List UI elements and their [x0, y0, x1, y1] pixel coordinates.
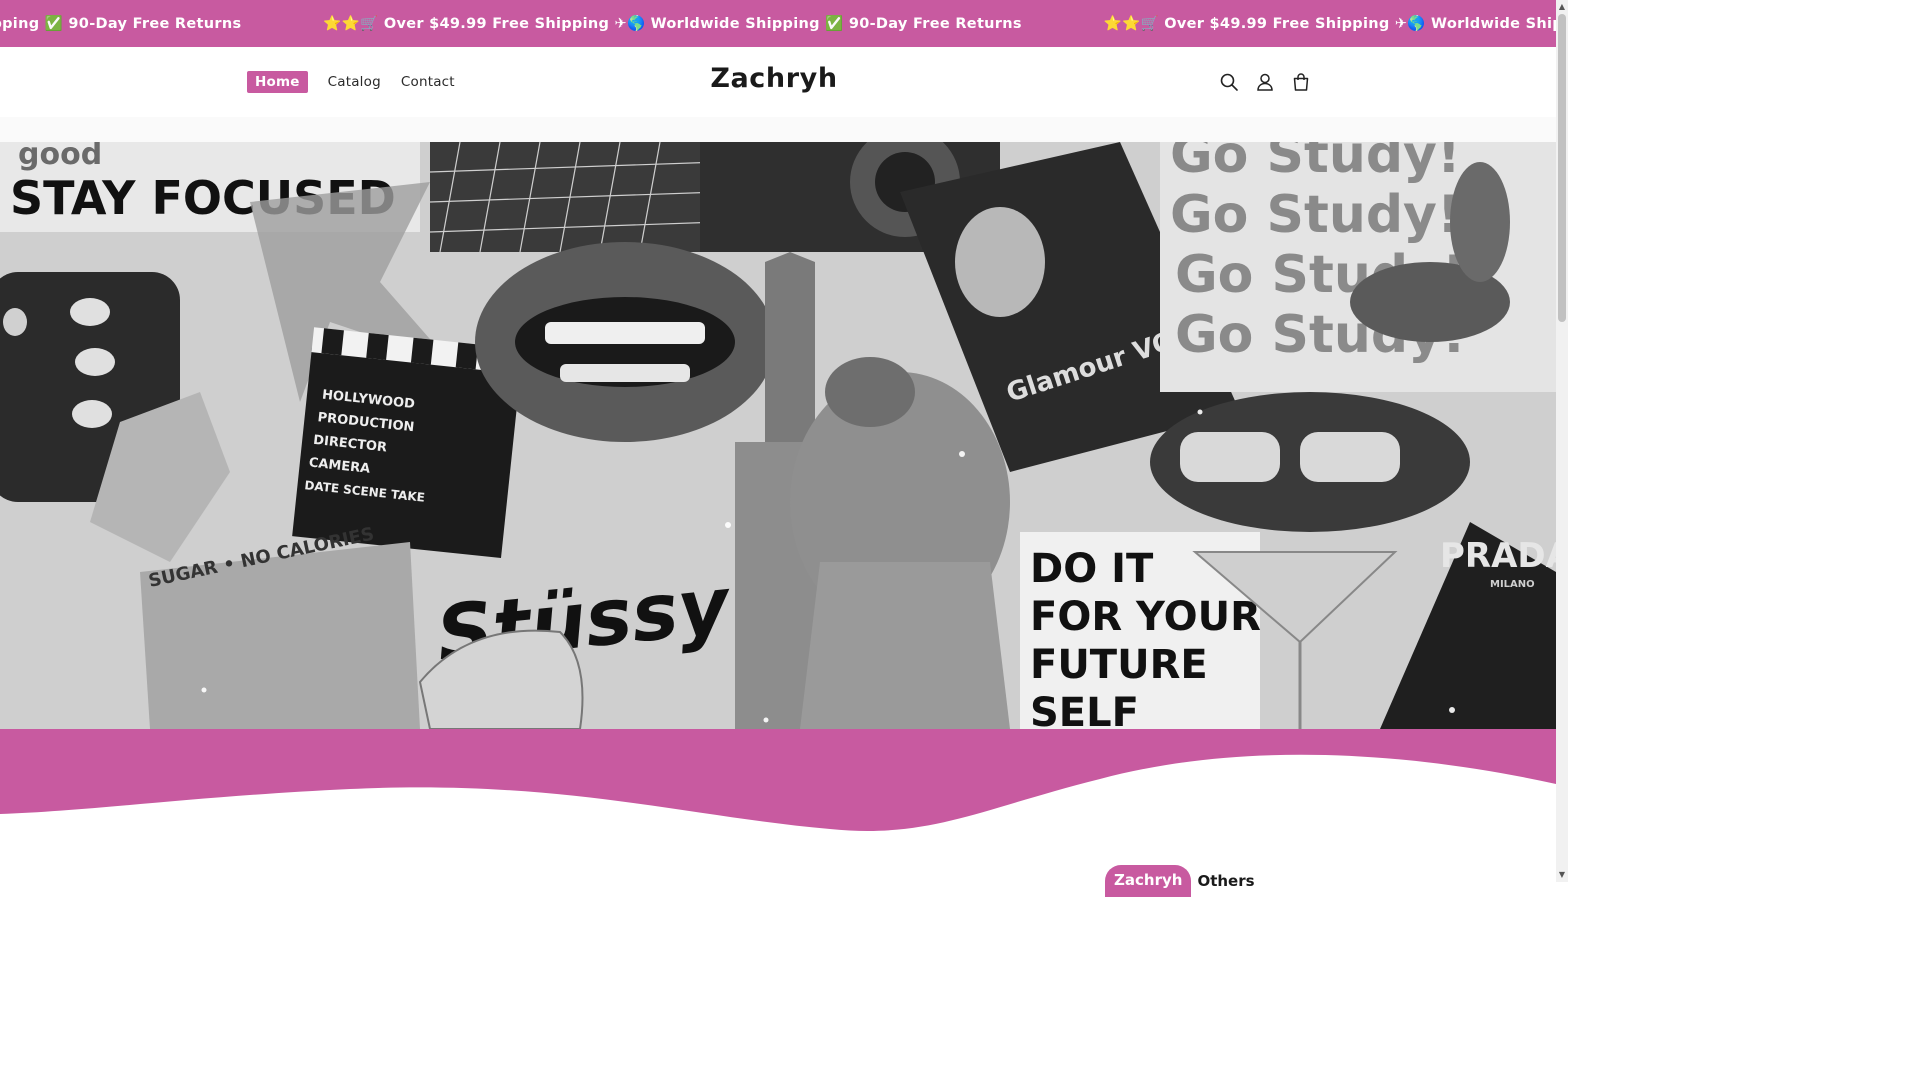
announcement-item: ⭐⭐🛒 Over $49.99 Free Shipping ✈🌎 Worldwi… [1103, 16, 1568, 32]
scroll-up-icon[interactable]: ▲ [1558, 2, 1566, 12]
future-self-text: FUTURE [1030, 642, 1208, 688]
future-self-text: DO IT [1030, 546, 1154, 592]
wave-divider [0, 729, 1556, 831]
tab-others[interactable]: Others [1191, 866, 1260, 896]
go-study-text: Go Study! [1170, 185, 1461, 245]
future-self-text: FOR YOUR [1030, 594, 1261, 640]
announcement-track: ⭐⭐🛒 Over $49.99 Free Shipping ✈🌎 Worldwi… [0, 0, 1568, 47]
prada-badge-sub: MILANO [1490, 579, 1535, 590]
account-icon[interactable] [1252, 69, 1278, 95]
prada-badge-text: PRADA [1440, 536, 1556, 576]
header-icons [1216, 69, 1324, 95]
announcement-item: ⭐⭐🛒 Over $49.99 Free Shipping ✈🌎 Worldwi… [0, 16, 242, 32]
site-header: Home Catalog Contact Zachryh [0, 47, 1556, 118]
announcement-bar: ⭐⭐🛒 Over $49.99 Free Shipping ✈🌎 Worldwi… [0, 0, 1568, 47]
announcement-item: ⭐⭐🛒 Over $49.99 Free Shipping ✈🌎 Worldwi… [323, 16, 1022, 32]
collection-tabs: Zachryh Others [1105, 865, 1261, 897]
cart-icon[interactable] [1288, 69, 1314, 95]
search-icon[interactable] [1216, 69, 1242, 95]
hero-collage: good STAY FOCUSED HOLLYWOOD PRODUCTION D… [0, 142, 1556, 729]
hero-banner-image[interactable]: good STAY FOCUSED HOLLYWOOD PRODUCTION D… [0, 142, 1556, 729]
go-study-text: Go Study! [1170, 142, 1461, 185]
page-scrollbar[interactable]: ▲ ▼ [1556, 0, 1568, 882]
header-divider-strip [0, 117, 1556, 143]
tab-zachryh[interactable]: Zachryh [1105, 865, 1192, 897]
scrollbar-thumb[interactable] [1558, 14, 1566, 322]
future-self-text: SELF [1030, 690, 1139, 729]
scroll-down-icon[interactable]: ▼ [1558, 870, 1566, 880]
hero-good-text: good [18, 142, 102, 172]
